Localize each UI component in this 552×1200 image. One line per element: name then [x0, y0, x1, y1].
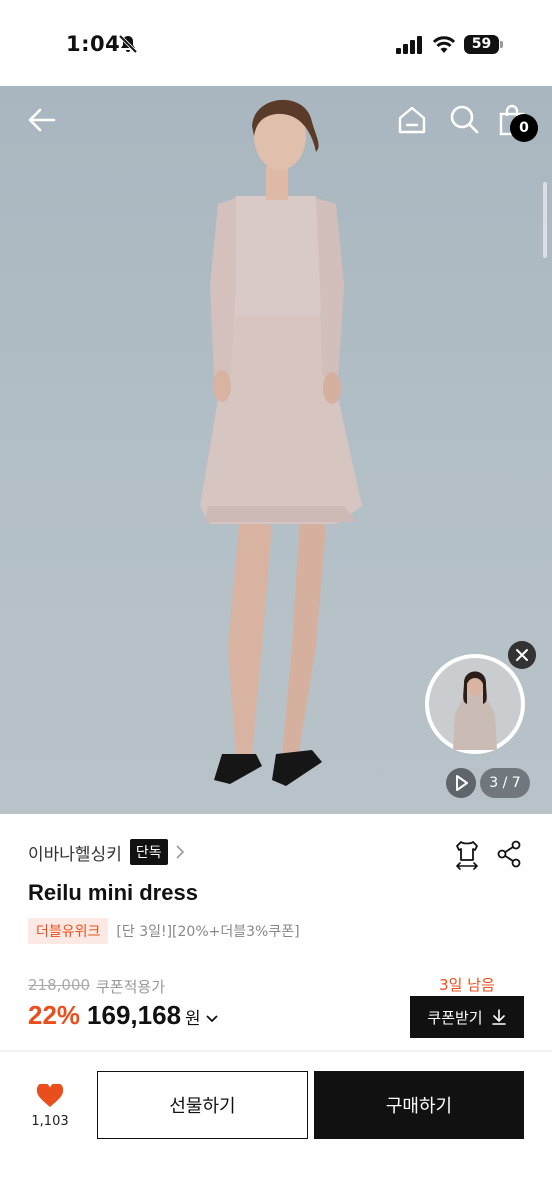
cart-count-badge: 0	[510, 114, 538, 142]
battery-level: 59	[471, 36, 492, 52]
promo-badge: 더블유위크	[28, 918, 109, 944]
product-image-carousel[interactable]: 0 3 / 7	[0, 86, 552, 814]
back-arrow-icon[interactable]	[24, 102, 60, 138]
battery-icon: 59	[464, 35, 504, 55]
chevron-right-icon	[176, 845, 184, 859]
search-icon[interactable]	[449, 104, 479, 134]
image-page-counter: 3 / 7	[480, 768, 530, 798]
coupon-applied-label: 쿠폰적용가	[96, 978, 166, 996]
discount-rate: 22%	[28, 1000, 81, 1030]
buy-button[interactable]: 구매하기	[314, 1071, 524, 1139]
hanger-size-icon[interactable]	[451, 838, 483, 870]
video-preview-thumbnail[interactable]	[425, 654, 525, 754]
chevron-down-icon	[206, 1015, 218, 1023]
brand-link[interactable]: 이바나헬싱키 단독	[28, 838, 186, 866]
gift-button[interactable]: 선물하기	[97, 1071, 308, 1139]
scrollbar[interactable]	[543, 182, 547, 258]
play-icon[interactable]	[446, 768, 476, 798]
exclusive-badge: 단독	[129, 839, 168, 865]
download-icon	[491, 1009, 506, 1025]
share-icon[interactable]	[496, 840, 522, 868]
status-bar: 1:04 59	[0, 0, 552, 86]
original-price: 218,000	[28, 976, 91, 994]
mute-icon	[118, 34, 138, 54]
get-coupon-label: 쿠폰받기	[427, 1008, 483, 1027]
like-count: 1,103	[31, 1114, 69, 1129]
promo-text: [단 3일!][20%+더블3%쿠폰]	[116, 924, 300, 940]
price-dropdown[interactable]: 22% 169,168 원	[28, 1000, 219, 1034]
signal-icon	[396, 36, 422, 54]
get-coupon-button[interactable]: 쿠폰받기	[410, 996, 524, 1038]
brand-name: 이바나헬싱키	[28, 844, 122, 865]
status-time: 1:04	[66, 32, 121, 56]
sale-price: 169,168	[87, 1000, 182, 1030]
product-title: Reilu mini dress	[28, 880, 198, 905]
close-icon[interactable]	[508, 641, 536, 669]
home-icon[interactable]	[396, 104, 428, 136]
promo-row: 더블유위크 [단 3일!][20%+더블3%쿠폰]	[28, 918, 300, 944]
currency-label: 원	[185, 1009, 201, 1029]
wifi-icon	[432, 36, 456, 53]
heart-icon[interactable]	[36, 1084, 64, 1108]
days-left: 3일 남음	[439, 976, 495, 994]
